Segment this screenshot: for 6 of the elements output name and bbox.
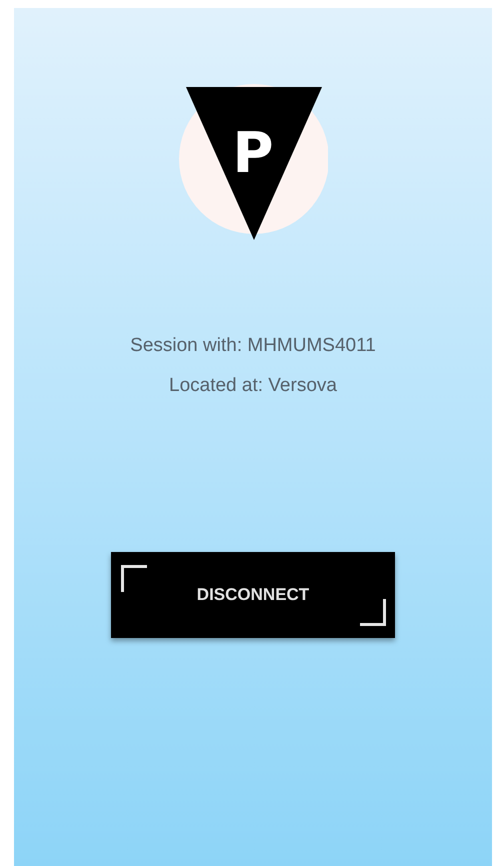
- corner-bracket-icon: [360, 598, 386, 626]
- corner-bracket-icon: [121, 565, 147, 593]
- session-label: Session with: MHMUMS4011: [130, 334, 376, 357]
- disconnect-button[interactable]: DISCONNECT: [111, 552, 395, 638]
- location-label: Located at: Versova: [169, 374, 337, 397]
- logo-letter: P: [232, 126, 274, 182]
